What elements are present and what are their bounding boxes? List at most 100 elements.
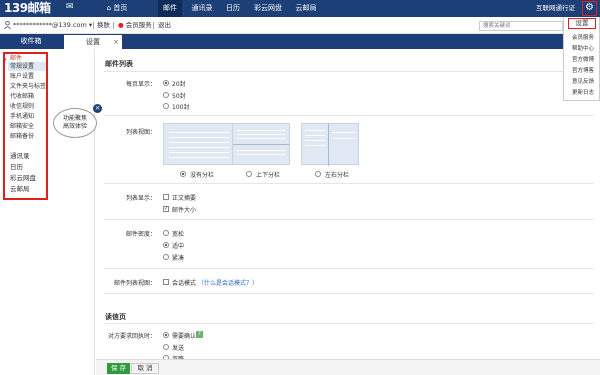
layout-radio-none[interactable]	[180, 171, 186, 177]
bubble-line-1: 功能聚焦	[62, 115, 87, 122]
density-option-compact: 紧凑	[172, 255, 185, 262]
sidebar-item-pop[interactable]: 代收邮箱	[10, 93, 34, 101]
read-receipt-label: 对方要求回执时：	[107, 333, 156, 340]
nav-cloud-post[interactable]: 云邮局	[289, 0, 323, 17]
logo: 139邮箱	[4, 1, 51, 15]
per-page-label: 每页显示：	[125, 81, 156, 88]
menu-item-vip[interactable]: 会员服务	[567, 34, 599, 42]
layout-thumb-top-bottom[interactable]	[232, 123, 290, 165]
sidebar-item-disk[interactable]: 彩云网盘	[10, 174, 36, 182]
vip-label: 会员服务	[125, 21, 152, 29]
footer-bar	[96, 359, 600, 375]
receipt-radio-send[interactable]	[163, 344, 169, 350]
gear-icon[interactable]: ⚙	[582, 1, 597, 16]
density-radio-loose[interactable]	[163, 230, 169, 236]
session-checkbox[interactable]	[163, 279, 169, 285]
size-checkbox[interactable]: ✓	[163, 206, 169, 212]
session-view-label: 邮件列表视图：	[113, 280, 156, 287]
sidebar-item-folders[interactable]: 文件夹与标签	[10, 83, 46, 91]
user-bar: ************@139.com ▾ 换肤 ● 会员服务 退出	[0, 17, 600, 34]
divider	[104, 219, 594, 220]
menu-item-blog[interactable]: 官方博客	[567, 67, 599, 75]
save-button[interactable]: 保 存	[107, 363, 130, 374]
per-page-radio-50[interactable]	[163, 92, 169, 98]
density-radio-medium[interactable]	[163, 242, 169, 248]
settings-sidebar: ▾ 邮件 常规设置 账户设置 文件夹与标签 代收邮箱 收信规则 手机通知 邮箱安…	[0, 49, 95, 375]
summary-checkbox[interactable]	[163, 194, 169, 200]
session-option: 会话模式	[172, 280, 197, 287]
divider	[104, 71, 594, 72]
per-page-option-50: 50封	[172, 93, 186, 100]
divider	[93, 22, 94, 29]
internet-pass-link[interactable]: 互联网通行证	[536, 0, 575, 17]
divider	[104, 293, 594, 294]
settings-menu-item[interactable]: 设置	[568, 18, 596, 29]
section-title: 邮件列表	[105, 60, 133, 68]
sidebar-item-backup[interactable]: 邮箱备份	[10, 133, 34, 141]
layout-thumb-left-right[interactable]	[301, 123, 359, 166]
nav-cloud-disk[interactable]: 彩云网盘	[247, 0, 289, 17]
receipt-option-confirm: 需要确认	[172, 333, 197, 340]
divider	[104, 323, 594, 324]
receipt-radio-confirm[interactable]	[163, 332, 169, 338]
sidebar-item-account[interactable]: 账户设置	[10, 73, 34, 81]
divider	[104, 268, 594, 269]
nav-mail[interactable]: 邮件	[158, 0, 182, 17]
sidebar-item-general[interactable]: 常规设置	[10, 63, 34, 71]
divider	[113, 22, 114, 29]
receipt-option-send: 发送	[172, 345, 185, 352]
menu-item-weibo[interactable]: 官方微博	[567, 56, 599, 64]
per-page-radio-20[interactable]	[163, 80, 169, 86]
settings-content: 邮件列表 每页显示： 20封 50封 100封 列表视图： 没有分栏 上下分栏 …	[96, 49, 600, 375]
menu-item-feedback[interactable]: 意见反馈	[567, 78, 599, 86]
close-icon[interactable]: ×	[113, 35, 119, 49]
tab-inbox[interactable]: 收件箱	[0, 34, 62, 49]
home-icon: ⌂	[106, 4, 112, 12]
summary-option: 正文摘要	[172, 195, 197, 202]
density-label: 邮件密度：	[125, 231, 156, 238]
settings-dropdown-menu: 设置 会员服务 帮助中心 官方微博 官方博客 意见反馈 更新日志	[563, 17, 600, 101]
menu-item-changelog[interactable]: 更新日志	[567, 89, 599, 97]
density-option-medium: 适中	[172, 243, 185, 250]
list-display-label: 列表显示：	[125, 195, 156, 202]
layout-radio-top-bottom[interactable]	[246, 171, 252, 177]
feature-bubble: 功能聚焦 高效体验	[53, 108, 97, 138]
logout-link[interactable]: 退出	[158, 17, 171, 34]
tab-settings-label: 设置	[86, 38, 100, 46]
nav-calendar[interactable]: 日历	[219, 0, 247, 17]
collapse-arrow-icon[interactable]: ▾	[4, 57, 7, 63]
session-help-link[interactable]: （什么是会话模式？）	[198, 278, 258, 287]
search-input[interactable]	[479, 21, 563, 31]
info-icon[interactable]: ?	[196, 331, 203, 338]
sidebar-group-mail[interactable]: 邮件	[10, 55, 22, 63]
sidebar-item-calendar[interactable]: 日历	[10, 163, 23, 171]
cancel-button[interactable]: 取 消	[131, 363, 159, 374]
layout-radio-left-right[interactable]	[315, 171, 321, 177]
mail-icon[interactable]: ✉	[66, 3, 76, 12]
sidebar-item-post[interactable]: 云邮局	[10, 185, 30, 193]
user-email-dropdown[interactable]: ************@139.com ▾	[13, 17, 92, 34]
user-icon	[4, 21, 11, 29]
nav-contacts[interactable]: 通讯录	[185, 0, 219, 17]
layout-thumb-none[interactable]	[163, 123, 235, 165]
sidebar-item-sms[interactable]: 手机通知	[10, 113, 34, 121]
list-view-label: 列表视图：	[125, 129, 156, 136]
skin-link[interactable]: 换肤	[97, 17, 110, 34]
vip-icon: ●	[118, 21, 124, 29]
tab-bar: 收件箱 设置 ×	[0, 34, 600, 49]
sidebar-item-contacts[interactable]: 通讯录	[10, 152, 30, 160]
menu-item-help[interactable]: 帮助中心	[567, 45, 599, 53]
bubble-line-2: 高效体验	[62, 123, 87, 130]
per-page-option-100: 100封	[172, 104, 190, 111]
per-page-radio-100[interactable]	[163, 103, 169, 109]
divider	[104, 115, 594, 116]
sidebar-item-rules[interactable]: 收信规则	[10, 103, 34, 111]
sidebar-item-security[interactable]: 邮箱安全	[10, 123, 34, 131]
top-navigation-bar: 139邮箱 ✉ ⌂ 首页 邮件 通讯录 日历 彩云网盘 云邮局 互联网通行证 ⚙	[0, 0, 600, 17]
size-option: 邮件大小	[172, 207, 197, 214]
per-page-option-20: 20封	[172, 81, 186, 88]
reading-section-title: 读信页	[105, 313, 126, 321]
density-radio-compact[interactable]	[163, 254, 169, 260]
vip-link[interactable]: ● 会员服务	[118, 17, 152, 34]
nav-home[interactable]: ⌂ 首页	[96, 0, 138, 17]
